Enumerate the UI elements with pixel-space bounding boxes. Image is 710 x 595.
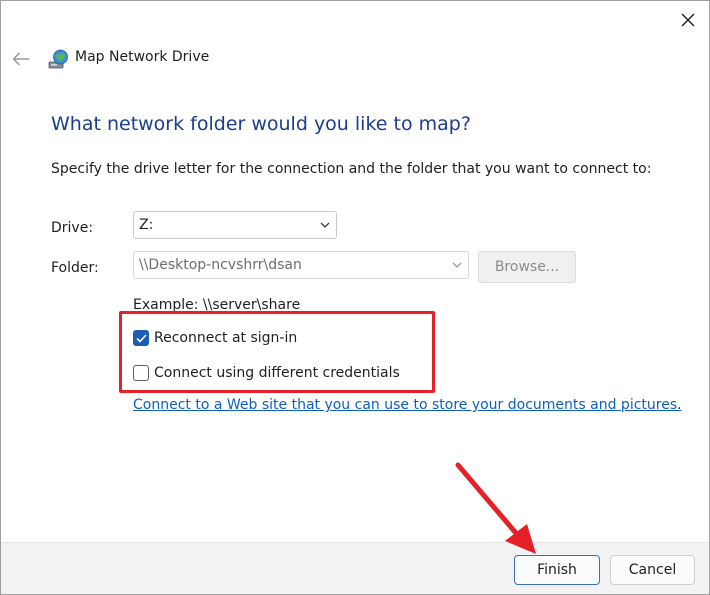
folder-combobox-value: \\Desktop-ncvshrr\dsan (139, 257, 302, 273)
folder-combobox[interactable]: \\Desktop-ncvshrr\dsan (133, 251, 469, 279)
drive-label: Drive: (51, 220, 94, 236)
annotation-highlight-box (119, 311, 435, 393)
cancel-button[interactable]: Cancel (610, 555, 695, 585)
dialog-footer (1, 542, 709, 594)
page-heading: What network folder would you like to ma… (51, 113, 471, 135)
close-button[interactable] (671, 5, 705, 35)
instruction-text: Specify the drive letter for the connect… (51, 161, 652, 177)
drive-select[interactable]: Z: (133, 211, 337, 239)
chevron-down-icon (320, 222, 330, 228)
chevron-down-icon (452, 262, 462, 268)
back-button[interactable] (9, 47, 33, 71)
link-suffix: . (677, 397, 682, 413)
close-icon (681, 13, 695, 27)
browse-button[interactable]: Browse... (478, 251, 576, 283)
folder-label: Folder: (51, 260, 99, 276)
finish-button[interactable]: Finish (514, 555, 600, 585)
map-network-drive-dialog: Map Network Drive What network folder wo… (0, 0, 710, 595)
window-title: Map Network Drive (75, 49, 210, 65)
web-storage-link-text: Connect to a Web site that you can use t… (133, 397, 678, 413)
back-arrow-icon (12, 52, 30, 66)
drive-select-value: Z: (139, 217, 154, 233)
web-storage-link[interactable]: Connect to a Web site that you can use t… (133, 397, 682, 413)
network-drive-icon (48, 49, 68, 69)
